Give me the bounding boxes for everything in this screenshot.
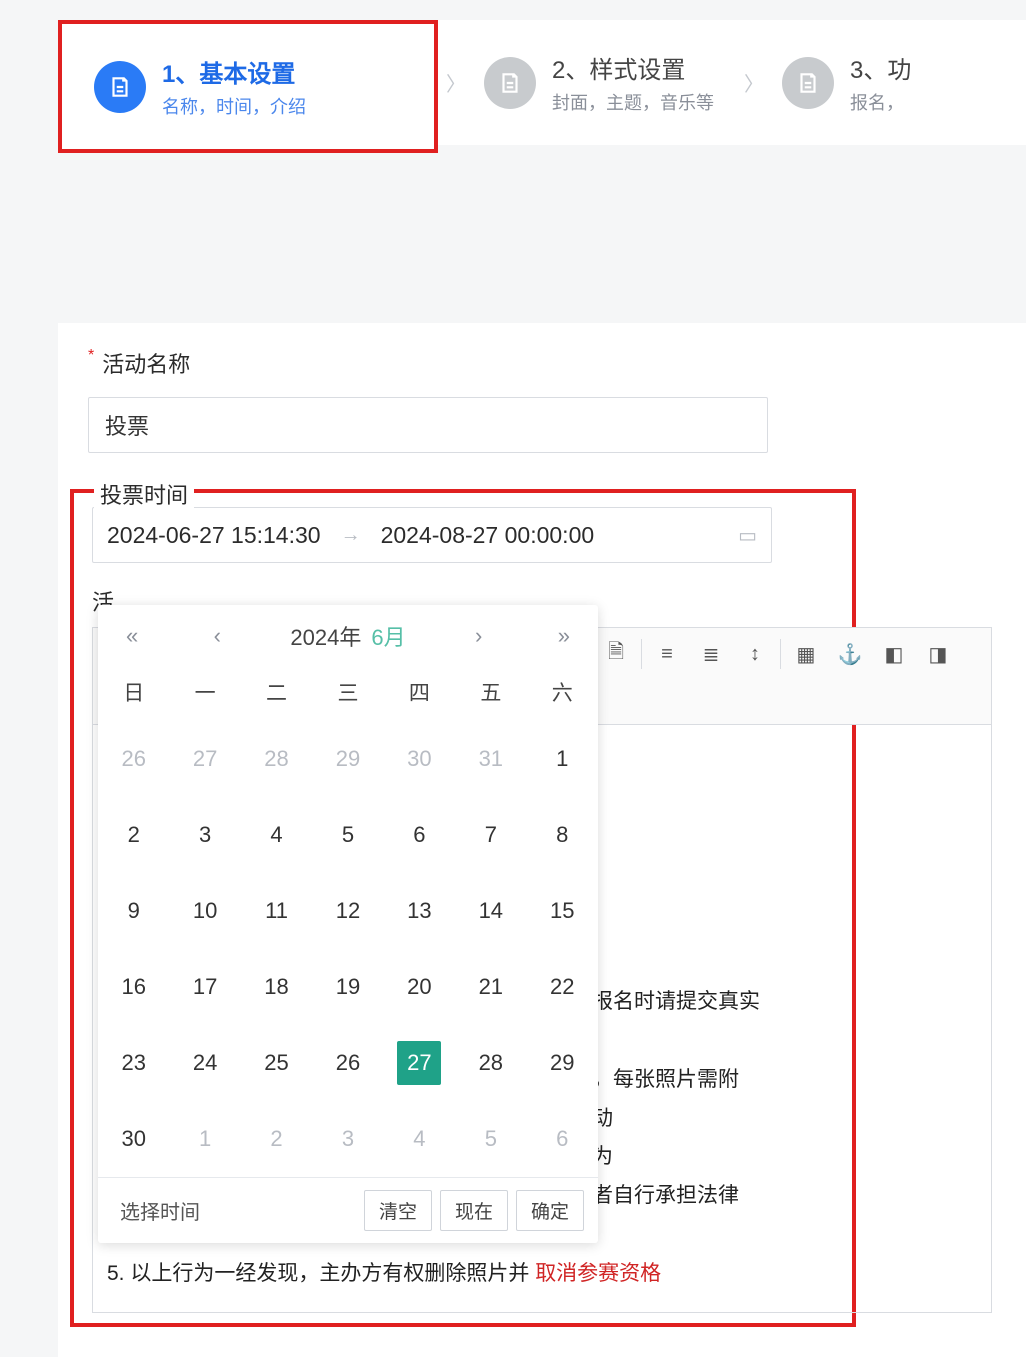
weekday-header: 六 [527,663,598,721]
calendar-day[interactable]: 28 [455,1025,526,1101]
calendar-day[interactable]: 3 [312,1101,383,1177]
calendar-day[interactable]: 8 [527,797,598,873]
calendar-day[interactable]: 12 [312,873,383,949]
calendar-day[interactable]: 26 [98,721,169,797]
next-year-button[interactable]: » [552,619,576,653]
calendar-day[interactable]: 2 [98,797,169,873]
calendar-day[interactable]: 20 [384,949,455,1025]
calendar-day[interactable]: 25 [241,1025,312,1101]
weekday-header: 四 [384,663,455,721]
calendar-day[interactable]: 9 [98,873,169,949]
calendar-month[interactable]: 6月 [371,620,405,652]
calendar-day[interactable]: 14 [455,873,526,949]
calendar-day[interactable]: 1 [527,721,598,797]
weekday-header: 三 [312,663,383,721]
next-month-button[interactable]: › [469,619,488,653]
calendar-day[interactable]: 1 [169,1101,240,1177]
arrow-right-icon: → [341,524,361,547]
calendar-day[interactable]: 11 [241,873,312,949]
form-icon [94,61,146,113]
step-function-settings[interactable]: 3、功 报名， [778,42,927,123]
calendar-day[interactable]: 27 [384,1025,455,1101]
line-height-icon[interactable]: ↕ [734,634,776,674]
form-icon [484,57,536,109]
calendar-day[interactable]: 28 [241,721,312,797]
calendar-day[interactable]: 18 [241,949,312,1025]
calendar-day[interactable]: 5 [312,797,383,873]
calendar-day[interactable]: 17 [169,949,240,1025]
calendar-icon: ▭ [738,523,757,548]
form-icon [782,57,834,109]
prev-month-button[interactable]: ‹ [208,619,227,653]
weekday-header: 一 [169,663,240,721]
calendar-day[interactable]: 15 [527,873,598,949]
float-left-icon[interactable]: ◧ [873,634,915,674]
calendar-day[interactable]: 21 [455,949,526,1025]
calendar-day[interactable]: 29 [312,721,383,797]
end-datetime: 2024-08-27 00:00:00 [381,522,595,549]
step-style-settings[interactable]: 2、样式设置 封面，主题，音乐等 [480,42,730,123]
step-title: 3、功 [850,50,911,85]
calendar-day[interactable]: 26 [312,1025,383,1101]
voting-time-label: 投票时间 [94,478,194,510]
weekday-header: 日 [98,663,169,721]
voting-time-section: 投票时间 2024-06-27 15:14:30 → 2024-08-27 00… [80,493,852,1323]
chevron-right-icon: 〉 [446,68,466,97]
table-icon[interactable]: ▦ [785,634,827,674]
calendar-day[interactable]: 19 [312,949,383,1025]
calendar-day[interactable]: 6 [527,1101,598,1177]
start-datetime: 2024-06-27 15:14:30 [107,522,321,549]
prev-year-button[interactable]: « [120,619,144,653]
calendar-day[interactable]: 4 [241,797,312,873]
calendar-day[interactable]: 3 [169,797,240,873]
form-content: *活动名称 投票时间 2024-06-27 15:14:30 → 2024-08… [58,323,1026,1357]
calendar-day[interactable]: 24 [169,1025,240,1101]
calendar-day[interactable]: 29 [527,1025,598,1101]
calendar-day[interactable]: 10 [169,873,240,949]
align-left-icon[interactable]: ≡ [646,634,688,674]
ok-button[interactable]: 确定 [516,1190,584,1231]
calendar-day[interactable]: 13 [384,873,455,949]
weekday-header: 五 [455,663,526,721]
calendar-day[interactable]: 30 [384,721,455,797]
calendar-day[interactable]: 31 [455,721,526,797]
calendar-day[interactable]: 22 [527,949,598,1025]
page-icon[interactable]: 🗎 [595,634,637,674]
step-title: 1、基本设置 [162,54,306,89]
calendar-day[interactable]: 16 [98,949,169,1025]
calendar-day[interactable]: 2 [241,1101,312,1177]
calendar-day[interactable]: 23 [98,1025,169,1101]
now-button[interactable]: 现在 [440,1190,508,1231]
step-subtitle: 封面，主题，音乐等 [552,89,714,115]
chevron-right-icon: 〉 [744,68,764,97]
step-basic-settings[interactable]: 1、基本设置 名称，时间，介绍 [58,20,438,153]
calendar-grid: 日一二三四五六 26272829303112345678910111213141… [98,663,598,1177]
calendar-day[interactable]: 27 [169,721,240,797]
calendar-day[interactable]: 5 [455,1101,526,1177]
calendar-day[interactable]: 6 [384,797,455,873]
select-time-button[interactable]: 选择时间 [112,1190,208,1231]
calendar-popover: « ‹ 2024年 6月 › » 日一二三四五六 262728293031123… [98,605,598,1243]
step-subtitle: 报名， [850,89,911,115]
calendar-year[interactable]: 2024年 [290,620,361,652]
weekday-header: 二 [241,663,312,721]
clear-button[interactable]: 清空 [364,1190,432,1231]
date-range-input[interactable]: 2024-06-27 15:14:30 → 2024-08-27 00:00:0… [92,507,772,563]
activity-name-label: *活动名称 [88,347,996,379]
activity-name-input[interactable] [88,397,768,453]
anchor-icon[interactable]: ⚓ [829,634,871,674]
step-title: 2、样式设置 [552,50,714,85]
calendar-day[interactable]: 4 [384,1101,455,1177]
step-subtitle: 名称，时间，介绍 [162,93,306,119]
calendar-day[interactable]: 7 [455,797,526,873]
float-right-icon[interactable]: ◨ [917,634,959,674]
align-center-icon[interactable]: ≣ [690,634,732,674]
calendar-day[interactable]: 30 [98,1101,169,1177]
